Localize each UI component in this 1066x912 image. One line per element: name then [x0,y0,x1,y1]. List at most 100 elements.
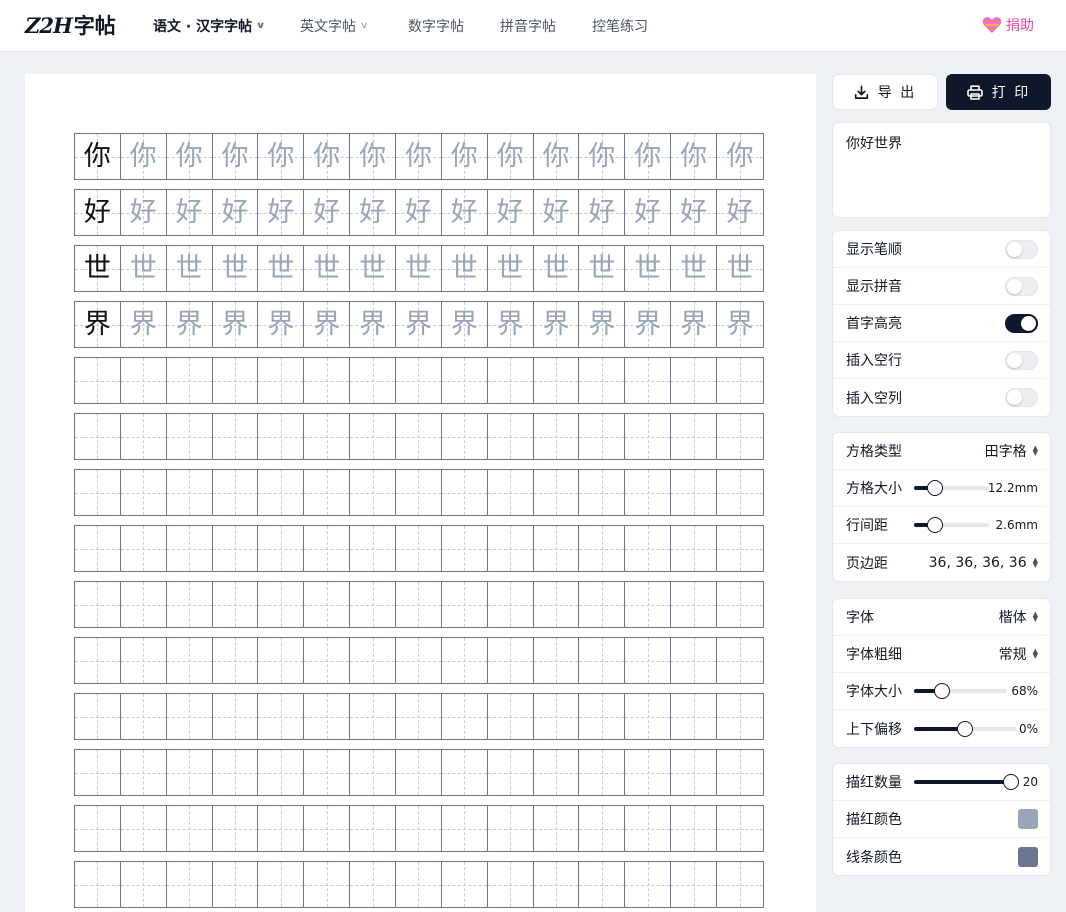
nav-chinese[interactable]: 语文 · 汉字字帖 ∨ [153,16,266,36]
export-button[interactable]: 导 出 [832,74,938,110]
nav-numbers[interactable]: 数字字帖 [408,16,464,36]
grid-cell: 好 [579,190,626,235]
grid-cell [120,750,167,795]
grid-cell [75,414,121,459]
grid-cell: 世 [579,246,626,291]
vertical-offset-slider[interactable] [914,720,1016,737]
trace-character: 好 [726,197,754,228]
trace-character: 好 [313,197,341,228]
logo[interactable]: Z2H 字帖 [25,11,116,39]
grid-cell [396,358,442,403]
font-settings-card: 字体 楷体 ▲ ▼ 字体粗细 常规 ▲ ▼ 字体大小 68% 上下偏移 0% [832,598,1051,748]
vertical-offset-row: 上下偏移 0% [833,710,1050,747]
grid-cell: 好 [350,190,397,235]
grid-cell [350,806,397,851]
grid-cell: 世 [625,246,672,291]
line-gap-row: 行间距 2.6mm [833,507,1050,544]
trace-character: 世 [404,253,432,284]
grid-cell: 世 [304,246,351,291]
grid-cell: 好 [533,190,580,235]
chevron-updown-icon: ▲ ▼ [1032,444,1038,457]
blank-columns-toggle[interactable] [1005,388,1038,407]
font-weight-row: 字体粗细 常规 ▲ ▼ [833,636,1050,673]
grid-cell [625,582,672,627]
grid-cell [533,694,580,739]
trace-character: 界 [588,309,616,340]
font-weight-select[interactable]: 常规 ▲ ▼ [999,644,1038,664]
grid-cell: 你 [120,134,167,179]
grid-type-select[interactable]: 田字格 ▲ ▼ [985,441,1038,461]
model-character: 你 [83,141,111,172]
grid-cell: 界 [396,302,442,347]
grid-cell [120,806,167,851]
grid-cell [396,526,442,571]
grid-cell [258,582,305,627]
top-navbar: Z2H 字帖 语文 · 汉字字帖 ∨ 英文字帖 ∨ 数字字帖 拼音字帖 控笔练习 捐… [0,0,1066,52]
slider-thumb[interactable] [927,480,943,496]
toggle-knob [1007,352,1022,368]
trace-character: 好 [129,197,157,228]
grid-cell [533,358,580,403]
grid-cell: 世 [671,246,718,291]
slider-thumb[interactable] [957,720,973,737]
grid-cell [396,582,442,627]
grid-cell [120,694,167,739]
grid-cell [120,582,167,627]
grid-cell [75,470,121,515]
trace-color-swatch[interactable] [1018,809,1038,829]
font-size-slider[interactable] [914,683,1007,699]
trace-character: 世 [726,253,754,284]
nav-pinyin[interactable]: 拼音字帖 [500,16,556,36]
trace-count-slider[interactable] [914,774,1019,790]
grid-cell: 你 [487,134,534,179]
grid-cell [396,414,442,459]
grid-size-slider[interactable] [914,480,989,496]
logo-cjk: 字帖 [73,14,116,38]
grid-cell: 你 [258,134,305,179]
nav-chinese-label: 语文 · 汉字字帖 [153,19,253,35]
grid-cell [671,470,718,515]
characters-textarea[interactable]: 你好世界 [846,133,1037,207]
grid-cell [533,638,580,683]
grid-cell [304,414,351,459]
nav-english-label: 英文字帖 [300,19,356,35]
blank-rows-toggle[interactable] [1005,350,1038,370]
slider-thumb[interactable] [933,683,950,699]
trace-character: 世 [267,253,295,284]
grid-cell: 你 [350,134,397,179]
line-gap-slider[interactable] [914,517,989,533]
grid-cell [75,358,121,403]
highlight-first-toggle[interactable] [1005,313,1038,333]
grid-cell [396,750,442,795]
grid-cell [258,750,305,795]
line-color-swatch[interactable] [1018,846,1038,867]
grid-cell: 你 [75,134,121,179]
nav-english[interactable]: 英文字帖 ∨ [300,16,369,36]
grid-cell [487,862,534,907]
nav-control[interactable]: 控笔练习 [592,16,648,36]
stroke-order-toggle[interactable] [1005,239,1038,259]
grid-size-label: 方格大小 [846,481,902,497]
trace-character: 世 [313,253,341,284]
margin-select[interactable]: 36, 36, 36, 36 ▲ ▼ [929,555,1038,571]
model-character: 界 [83,309,111,340]
slider-thumb[interactable] [1003,774,1019,790]
chevron-updown-icon: ▲ ▼ [1032,555,1038,569]
grid-cell [258,638,305,683]
chevron-down-icon: ∨ [255,21,266,31]
grid-settings-card: 方格类型 田字格 ▲ ▼ 方格大小 12.2mm 行间距 2.6mm 页边距 36,… [832,432,1051,582]
grid-cell [487,358,534,403]
slider-thumb[interactable] [927,517,943,533]
grid-cell [166,694,213,739]
grid-cell [717,694,763,739]
pinyin-toggle[interactable] [1005,276,1038,296]
print-button[interactable]: 打 印 [946,74,1051,110]
grid-cell [579,470,626,515]
grid-cell [75,638,121,683]
trace-character: 你 [404,141,432,172]
grid-cell: 好 [304,190,351,235]
donate-link[interactable]: 捐助 [982,15,1034,35]
grid-cell [625,694,672,739]
grid-cell: 界 [625,302,672,347]
font-select[interactable]: 楷体 ▲ ▼ [999,607,1038,627]
